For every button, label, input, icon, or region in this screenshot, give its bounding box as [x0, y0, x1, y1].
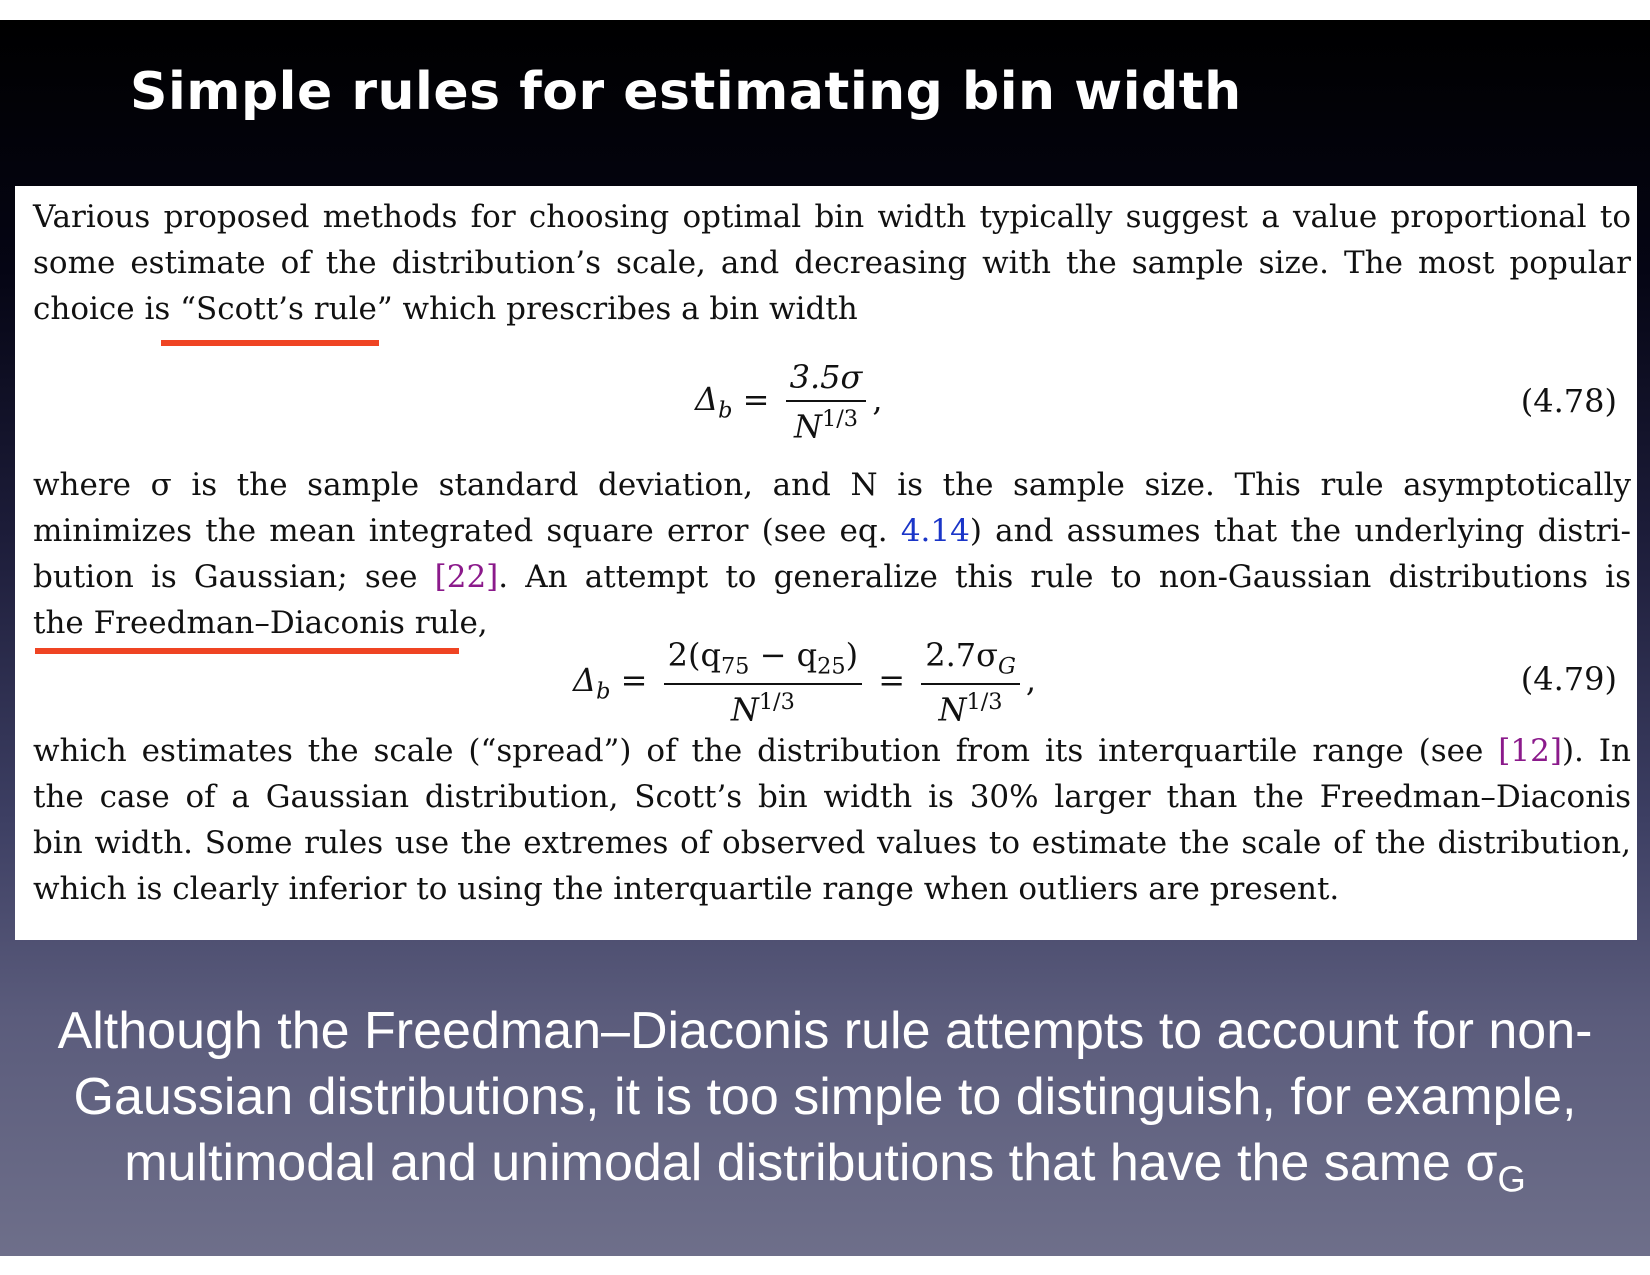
- equation-4-79: Δb = 2(q75 − q25) N1/3 = 2.7σG N1/3 ,: [573, 636, 1037, 730]
- eq-lhs: Δb: [573, 661, 611, 705]
- slide-title: Simple rules for estimating bin width: [130, 62, 1242, 122]
- text-line: the case of a Gaussian distribution, Sco…: [33, 779, 1631, 815]
- paragraph-scott-description: where σ is the sample standard deviation…: [33, 462, 1631, 646]
- eq-equals: =: [878, 661, 916, 700]
- equation-number: (4.79): [1520, 660, 1617, 698]
- eq-fraction-sigma-g: 2.7σG N1/3: [921, 636, 1020, 729]
- book-excerpt: Various proposed methods for choosing op…: [15, 186, 1637, 940]
- eq-equals: =: [742, 380, 780, 419]
- caption-line: multimodal and unimodal distributions th…: [124, 1134, 1526, 1200]
- equation-number: (4.78): [1520, 382, 1617, 420]
- citation-link[interactable]: [12]: [1498, 733, 1562, 769]
- eq-numerator: 2(q75 − q25): [663, 636, 863, 686]
- eq-numerator: 2.7σG: [921, 636, 1020, 686]
- caption-line: Gaussian distributions, it is too simple…: [73, 1068, 1577, 1126]
- eq-denominator: N1/3: [793, 406, 858, 446]
- text-line: which is clearly inferior to using the i…: [33, 871, 1340, 907]
- text-line: bin width. Some rules use the extremes o…: [33, 825, 1631, 861]
- freedman-diaconis-underline: [35, 648, 459, 654]
- text-line: choice is “Scott’s rule” which prescribe…: [33, 291, 858, 327]
- text-line: minimizes the mean integrated square err…: [33, 513, 1632, 549]
- eq-fraction: 3.5σ N1/3: [785, 358, 867, 446]
- equation-4-78: Δb = 3.5σ N1/3 ,: [695, 358, 883, 446]
- citation-link[interactable]: [22]: [435, 559, 499, 595]
- paragraph-scott-intro: Various proposed methods for choosing op…: [33, 194, 1631, 332]
- eq-denominator: N1/3: [730, 689, 795, 730]
- sigma-subscript: G: [1497, 1158, 1526, 1200]
- eq-equals: =: [620, 661, 658, 700]
- eq-fraction-iqr: 2(q75 − q25) N1/3: [663, 636, 863, 730]
- slide: Simple rules for estimating bin width Va…: [0, 20, 1650, 1256]
- text-line: Various proposed methods for choosing op…: [33, 199, 1631, 235]
- text-line: which estimates the scale (“spread”) of …: [33, 733, 1632, 769]
- equation-reference-link[interactable]: 4.14: [901, 513, 970, 549]
- text-line: some estimate of the distribution’s scal…: [33, 245, 1631, 281]
- eq-lhs: Δb: [695, 380, 733, 424]
- paragraph-freedman-diaconis: which estimates the scale (“spread”) of …: [33, 728, 1631, 912]
- scotts-rule-underline: [161, 340, 379, 346]
- text-line: where σ is the sample standard deviation…: [33, 467, 1631, 503]
- slide-caption: Although the Freedman–Diaconis rule atte…: [0, 998, 1650, 1212]
- eq-denominator: N1/3: [938, 689, 1003, 730]
- caption-line: Although the Freedman–Diaconis rule atte…: [57, 1002, 1593, 1060]
- eq-numerator: 3.5σ: [785, 358, 867, 402]
- text-line: bution is Gaussian; see [22]. An attempt…: [33, 559, 1631, 595]
